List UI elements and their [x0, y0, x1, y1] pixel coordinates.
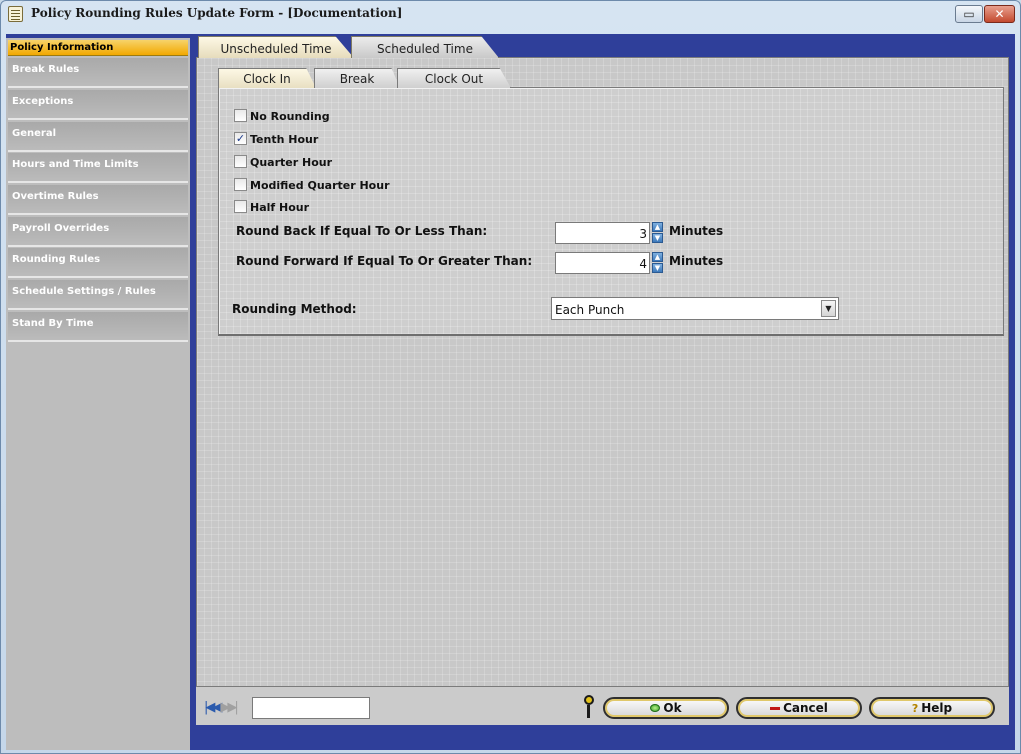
help-button[interactable]: ? Help — [869, 697, 995, 719]
title-bar[interactable]: Policy Rounding Rules Update Form - [Doc… — [1, 1, 1020, 27]
app-document-icon — [8, 6, 23, 22]
cancel-button[interactable]: Cancel — [736, 697, 862, 719]
cancel-label: Cancel — [783, 701, 828, 715]
option-tenth-hour[interactable]: ✓ Tenth Hour — [234, 130, 318, 146]
key-icon — [584, 695, 594, 719]
ok-icon — [650, 704, 661, 712]
round-back-input[interactable]: 3 — [555, 222, 650, 244]
tenth-hour-checkbox[interactable]: ✓ — [234, 131, 247, 145]
tab-clock-out[interactable]: Clock Out — [397, 68, 511, 88]
no-rounding-label: No Rounding — [250, 110, 330, 123]
round-forward-spinner[interactable]: ▲ ▼ — [652, 252, 663, 274]
spin-down-icon[interactable]: ▼ — [652, 233, 663, 243]
rounding-method-value: Each Punch — [555, 303, 625, 317]
sidebar-item-overtime-rules[interactable]: Overtime Rules — [8, 185, 188, 215]
tab-unscheduled-time[interactable]: Unscheduled Time — [198, 36, 354, 58]
rounding-method-select[interactable]: Each Punch ▼ — [551, 297, 839, 320]
option-modified-quarter-hour[interactable]: Modified Quarter Hour — [234, 176, 390, 192]
chevron-down-icon[interactable]: ▼ — [821, 300, 836, 317]
sidebar-item-break-rules[interactable]: Break Rules — [8, 58, 188, 88]
modified-quarter-hour-checkbox[interactable] — [234, 177, 247, 191]
sidebar-item-rounding-rules[interactable]: Rounding Rules — [8, 248, 188, 278]
spin-up-icon[interactable]: ▲ — [652, 252, 663, 262]
ok-button[interactable]: Ok — [603, 697, 729, 719]
record-number-input[interactable] — [252, 697, 370, 719]
rounding-method-label: Rounding Method: — [232, 302, 357, 316]
spin-up-icon[interactable]: ▲ — [652, 222, 663, 232]
sidebar-item-general[interactable]: General — [8, 122, 188, 152]
nav-last-icon[interactable]: ▶▶| — [220, 700, 238, 715]
round-forward-unit: Minutes — [669, 254, 724, 268]
sidebar-item-payroll-overrides[interactable]: Payroll Overrides — [8, 217, 188, 247]
round-forward-label: Round Forward If Equal To Or Greater Tha… — [236, 254, 533, 268]
nav-first-icon[interactable]: |◀◀ — [204, 700, 222, 715]
half-hour-checkbox[interactable] — [234, 199, 247, 213]
sidebar-item-stand-by-time[interactable]: Stand By Time — [8, 312, 188, 342]
option-quarter-hour[interactable]: Quarter Hour — [234, 153, 332, 169]
quarter-hour-checkbox[interactable] — [234, 154, 247, 168]
help-label: Help — [921, 701, 953, 715]
quarter-hour-label: Quarter Hour — [250, 156, 333, 169]
tenth-hour-label: Tenth Hour — [250, 133, 319, 146]
sidebar: Policy Information Break Rules Exception… — [6, 38, 190, 750]
tab-break[interactable]: Break — [314, 68, 400, 88]
sidebar-item-hours-and-time-limits[interactable]: Hours and Time Limits — [8, 153, 188, 183]
sidebar-item-schedule-settings-rules[interactable]: Schedule Settings / Rules — [8, 280, 188, 310]
half-hour-label: Half Hour — [250, 201, 310, 214]
no-rounding-checkbox[interactable] — [234, 108, 247, 122]
cancel-icon — [770, 706, 781, 710]
minimize-button[interactable]: ▭ — [955, 5, 983, 23]
tab-scheduled-time[interactable]: Scheduled Time — [351, 36, 499, 58]
round-forward-input[interactable]: 4 — [555, 252, 650, 274]
round-back-label: Round Back If Equal To Or Less Than: — [236, 224, 488, 238]
round-back-unit: Minutes — [669, 224, 724, 238]
option-half-hour[interactable]: Half Hour — [234, 198, 309, 214]
ok-label: Ok — [663, 701, 682, 715]
window-title: Policy Rounding Rules Update Form - [Doc… — [31, 6, 403, 20]
modified-quarter-hour-label: Modified Quarter Hour — [250, 179, 390, 192]
option-no-rounding[interactable]: No Rounding — [234, 107, 330, 123]
tab-clock-in[interactable]: Clock In — [218, 68, 316, 88]
sidebar-item-policy-information[interactable]: Policy Information — [8, 40, 188, 56]
close-button[interactable]: ✕ — [984, 5, 1015, 23]
sidebar-item-exceptions[interactable]: Exceptions — [8, 90, 188, 120]
round-back-spinner[interactable]: ▲ ▼ — [652, 222, 663, 244]
record-navigator: |◀◀ ▶▶| — [204, 700, 239, 715]
help-icon: ? — [911, 701, 919, 715]
spin-down-icon[interactable]: ▼ — [652, 263, 663, 273]
